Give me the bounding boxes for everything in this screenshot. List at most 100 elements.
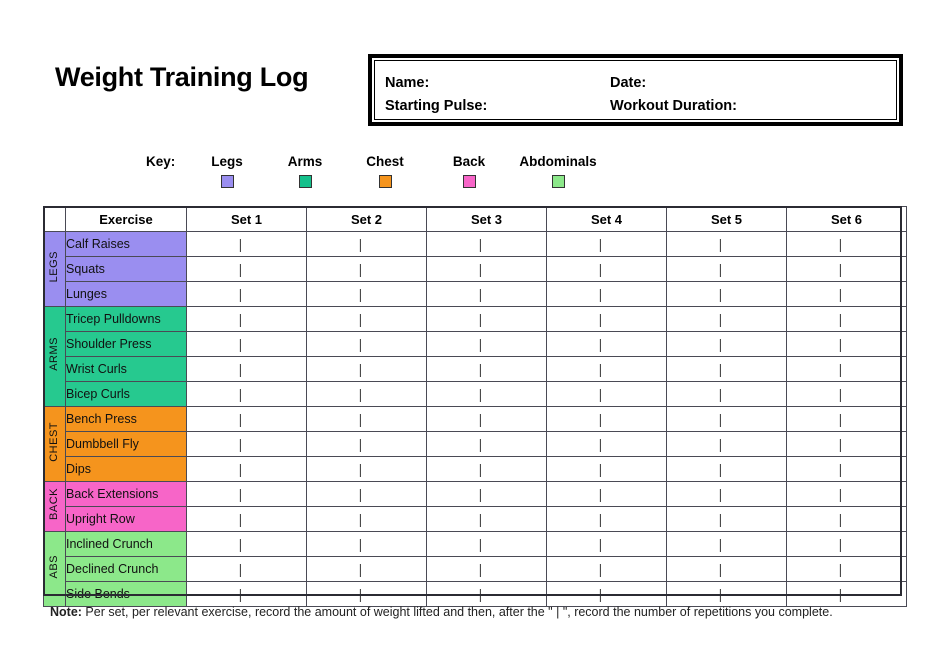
set-entry-cell[interactable]: | — [546, 506, 667, 532]
set-entry-cell[interactable]: | — [786, 456, 907, 482]
exercise-cell: Back Extensions — [65, 481, 187, 507]
header-category-spacer — [43, 206, 66, 232]
set-entry-cell[interactable]: | — [186, 281, 307, 307]
set-entry-cell[interactable]: | — [186, 231, 307, 257]
set-entry-cell[interactable]: | — [426, 281, 547, 307]
set-entry-cell[interactable]: | — [546, 556, 667, 582]
set-entry-cell[interactable]: | — [306, 231, 427, 257]
set-entry-cell[interactable]: | — [426, 306, 547, 332]
set-entry-cell[interactable]: | — [546, 306, 667, 332]
set-entry-cell[interactable]: | — [186, 256, 307, 282]
set-entry-cell[interactable]: | — [306, 506, 427, 532]
set-tick-mark: | — [598, 236, 603, 252]
set-entry-cell[interactable]: | — [186, 506, 307, 532]
set-entry-cell[interactable]: | — [426, 456, 547, 482]
set-entry-cell[interactable]: | — [306, 406, 427, 432]
set-entry-cell[interactable]: | — [786, 281, 907, 307]
set-entry-cell[interactable]: | — [666, 481, 787, 507]
set-entry-cell[interactable]: | — [666, 256, 787, 282]
set-entry-cell[interactable]: | — [786, 531, 907, 557]
table-row: Dumbbell Fly | | | | | | — [44, 431, 907, 457]
set-entry-cell[interactable]: | — [666, 231, 787, 257]
set-entry-cell[interactable]: | — [546, 531, 667, 557]
set-entry-cell[interactable]: | — [786, 331, 907, 357]
set-entry-cell[interactable]: | — [186, 581, 307, 607]
set-entry-cell[interactable]: | — [546, 381, 667, 407]
set-entry-cell[interactable]: | — [426, 556, 547, 582]
set-entry-cell[interactable]: | — [546, 281, 667, 307]
set-entry-cell[interactable]: | — [546, 356, 667, 382]
set-entry-cell[interactable]: | — [546, 231, 667, 257]
set-entry-cell[interactable]: | — [786, 231, 907, 257]
set-entry-cell[interactable]: | — [546, 406, 667, 432]
set-entry-cell[interactable]: | — [306, 256, 427, 282]
set-entry-cell[interactable]: | — [306, 431, 427, 457]
set-entry-cell[interactable]: | — [546, 431, 667, 457]
set-entry-cell[interactable]: | — [786, 581, 907, 607]
set-entry-cell[interactable]: | — [306, 456, 427, 482]
set-entry-cell[interactable]: | — [786, 431, 907, 457]
set-entry-cell[interactable]: | — [306, 581, 427, 607]
set-tick-mark: | — [598, 561, 603, 577]
set-entry-cell[interactable]: | — [426, 356, 547, 382]
set-entry-cell[interactable]: | — [666, 456, 787, 482]
set-entry-cell[interactable]: | — [426, 581, 547, 607]
set-entry-cell[interactable]: | — [666, 531, 787, 557]
set-entry-cell[interactable]: | — [426, 231, 547, 257]
set-entry-cell[interactable]: | — [786, 381, 907, 407]
set-entry-cell[interactable]: | — [666, 281, 787, 307]
set-entry-cell[interactable]: | — [426, 256, 547, 282]
set-entry-cell[interactable]: | — [666, 431, 787, 457]
set-entry-cell[interactable]: | — [186, 481, 307, 507]
set-entry-cell[interactable]: | — [666, 356, 787, 382]
table-row: Squats | | | | | | — [44, 256, 907, 282]
set-tick-mark: | — [598, 486, 603, 502]
set-entry-cell[interactable]: | — [186, 306, 307, 332]
set-entry-cell[interactable]: | — [186, 356, 307, 382]
set-entry-cell[interactable]: | — [546, 581, 667, 607]
set-entry-cell[interactable]: | — [306, 331, 427, 357]
set-entry-cell[interactable]: | — [426, 531, 547, 557]
set-entry-cell[interactable]: | — [786, 506, 907, 532]
set-entry-cell[interactable]: | — [786, 306, 907, 332]
set-entry-cell[interactable]: | — [786, 256, 907, 282]
set-entry-cell[interactable]: | — [186, 431, 307, 457]
set-entry-cell[interactable]: | — [666, 306, 787, 332]
set-entry-cell[interactable]: | — [786, 356, 907, 382]
set-entry-cell[interactable]: | — [306, 281, 427, 307]
set-entry-cell[interactable]: | — [306, 531, 427, 557]
set-entry-cell[interactable]: | — [666, 381, 787, 407]
set-entry-cell[interactable]: | — [186, 531, 307, 557]
set-entry-cell[interactable]: | — [426, 406, 547, 432]
set-entry-cell[interactable]: | — [426, 506, 547, 532]
set-entry-cell[interactable]: | — [186, 556, 307, 582]
set-entry-cell[interactable]: | — [546, 256, 667, 282]
set-entry-cell[interactable]: | — [546, 456, 667, 482]
set-entry-cell[interactable]: | — [186, 331, 307, 357]
set-entry-cell[interactable]: | — [306, 381, 427, 407]
set-entry-cell[interactable]: | — [306, 356, 427, 382]
set-entry-cell[interactable]: | — [666, 331, 787, 357]
set-entry-cell[interactable]: | — [666, 556, 787, 582]
set-entry-cell[interactable]: | — [786, 556, 907, 582]
set-tick-mark: | — [238, 336, 243, 352]
set-entry-cell[interactable]: | — [426, 481, 547, 507]
set-entry-cell[interactable]: | — [786, 406, 907, 432]
set-entry-cell[interactable]: | — [666, 581, 787, 607]
set-entry-cell[interactable]: | — [186, 456, 307, 482]
set-entry-cell[interactable]: | — [546, 481, 667, 507]
set-entry-cell[interactable]: | — [306, 481, 427, 507]
set-entry-cell[interactable]: | — [306, 306, 427, 332]
set-entry-cell[interactable]: | — [546, 331, 667, 357]
set-entry-cell[interactable]: | — [786, 481, 907, 507]
set-entry-cell[interactable]: | — [426, 381, 547, 407]
header-set-1: Set 1 — [186, 206, 307, 232]
set-entry-cell[interactable]: | — [186, 406, 307, 432]
set-entry-cell[interactable]: | — [306, 556, 427, 582]
starting-pulse-label: Starting Pulse: — [385, 98, 488, 114]
set-entry-cell[interactable]: | — [666, 506, 787, 532]
set-entry-cell[interactable]: | — [186, 381, 307, 407]
set-entry-cell[interactable]: | — [426, 331, 547, 357]
set-entry-cell[interactable]: | — [666, 406, 787, 432]
set-entry-cell[interactable]: | — [426, 431, 547, 457]
